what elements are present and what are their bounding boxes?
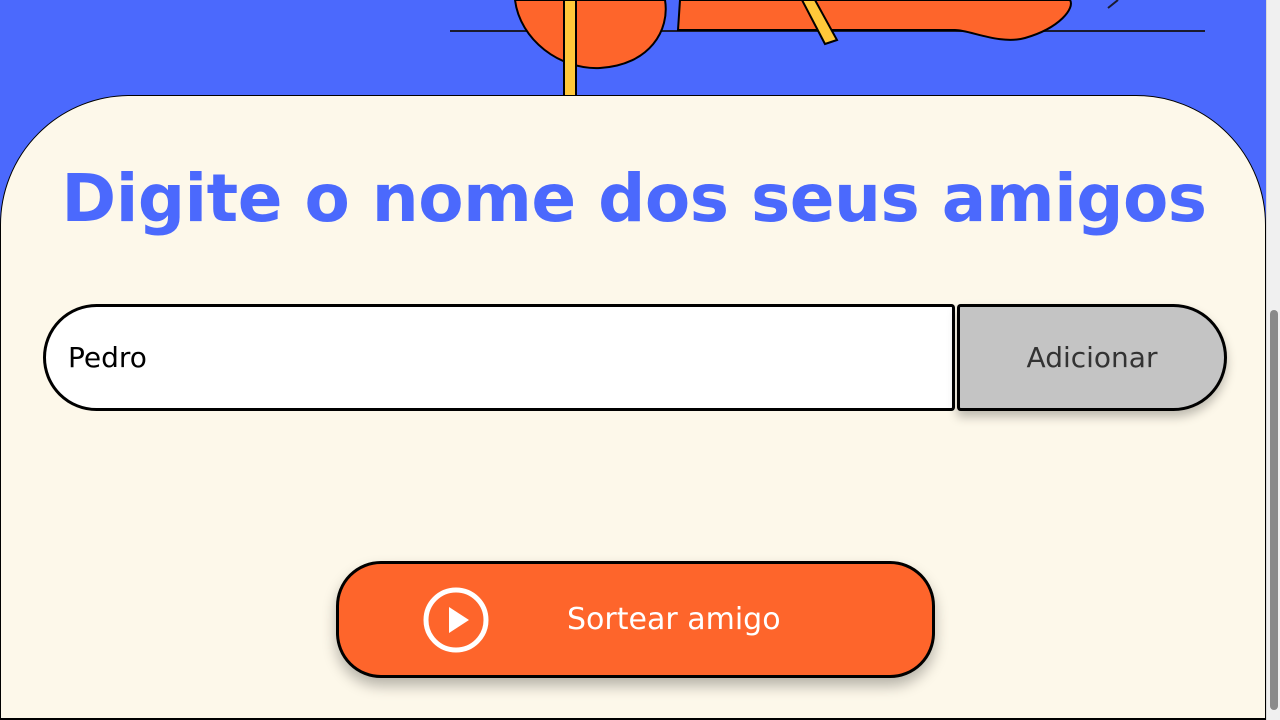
scrollbar-thumb[interactable] <box>1270 310 1278 710</box>
draw-button-label: Sortear amigo <box>567 602 781 637</box>
friend-name-input[interactable] <box>43 304 955 411</box>
main-card: Digite o nome dos seus amigos Adicionar … <box>0 95 1266 720</box>
app-viewport: Digite o nome dos seus amigos Adicionar … <box>0 0 1280 720</box>
page-title: Digite o nome dos seus amigos <box>61 160 1207 237</box>
play-circle-icon <box>423 587 489 653</box>
add-button[interactable]: Adicionar <box>957 304 1227 411</box>
draw-friend-button[interactable]: Sortear amigo <box>336 561 935 678</box>
page-scrollbar[interactable] <box>1266 0 1280 720</box>
hero-illustration <box>450 0 1205 101</box>
